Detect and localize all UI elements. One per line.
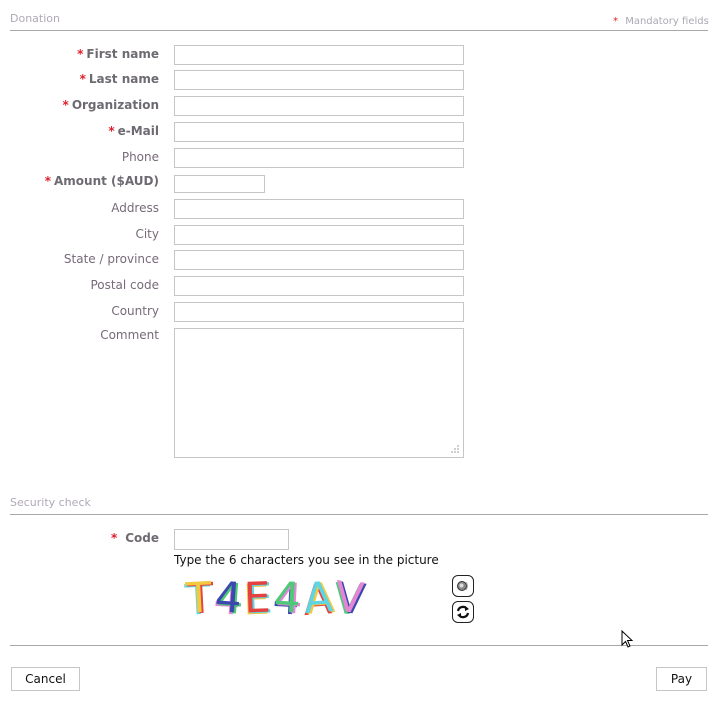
mandatory-fields-note: * Mandatory fields: [613, 16, 709, 27]
label-address: Address: [111, 201, 159, 215]
captcha-char: 4: [272, 572, 305, 623]
donation-divider: [10, 30, 708, 31]
required-star: *: [108, 124, 115, 138]
cancel-button[interactable]: Cancel: [11, 667, 80, 691]
country-input[interactable]: [174, 302, 464, 322]
required-star: *: [613, 16, 618, 27]
phone-input[interactable]: [174, 148, 464, 168]
email-input[interactable]: [174, 122, 464, 142]
captcha-refresh-button[interactable]: [452, 601, 474, 623]
captcha-char: T: [184, 572, 216, 623]
state-province-input[interactable]: [174, 250, 464, 270]
city-input[interactable]: [174, 225, 464, 245]
label-first-name: * First name: [77, 47, 159, 61]
security-divider: [10, 514, 708, 515]
captcha-audio-button[interactable]: [452, 575, 474, 597]
required-star: *: [62, 98, 69, 112]
resize-grip-icon[interactable]: [448, 444, 460, 456]
comment-textarea[interactable]: [174, 328, 464, 458]
captcha-char: V: [333, 571, 370, 624]
captcha-char: A: [301, 571, 338, 624]
label-email: * e-Mail: [108, 124, 159, 138]
label-postal-code: Postal code: [90, 278, 159, 292]
captcha-image: T4E4AV: [184, 571, 426, 624]
refresh-icon: [456, 605, 470, 619]
captcha-char: 4: [213, 572, 247, 623]
label-amount: * Amount ($AUD): [44, 174, 159, 188]
security-section-title: Security check: [10, 496, 91, 509]
footer-divider: [10, 645, 708, 646]
mandatory-fields-text: Mandatory fields: [625, 16, 709, 27]
required-star: *: [44, 174, 52, 188]
required-star: *: [79, 72, 86, 86]
required-star: *: [77, 47, 84, 61]
label-last-name: * Last name: [79, 72, 159, 86]
organization-input[interactable]: [174, 96, 464, 116]
label-comment: Comment: [100, 328, 159, 342]
label-organization: * Organization: [62, 98, 159, 112]
address-input[interactable]: [174, 199, 464, 219]
label-city: City: [135, 227, 159, 241]
amount-input[interactable]: [174, 175, 265, 193]
pay-button[interactable]: Pay: [656, 667, 707, 691]
label-country: Country: [111, 304, 159, 318]
label-code: * Code: [110, 531, 159, 545]
required-star: *: [110, 531, 118, 545]
speaker-icon: [457, 581, 468, 591]
last-name-input[interactable]: [174, 70, 464, 90]
donation-section-title: Donation: [10, 12, 60, 25]
mouse-cursor-icon: [621, 630, 634, 648]
first-name-input[interactable]: [174, 45, 464, 65]
label-phone: Phone: [121, 150, 159, 164]
captcha-char: E: [243, 572, 275, 623]
captcha-hint: Type the 6 characters you see in the pic…: [174, 553, 439, 567]
postal-code-input[interactable]: [174, 276, 464, 296]
captcha-code-input[interactable]: [174, 529, 289, 550]
label-state-province: State / province: [63, 252, 159, 266]
